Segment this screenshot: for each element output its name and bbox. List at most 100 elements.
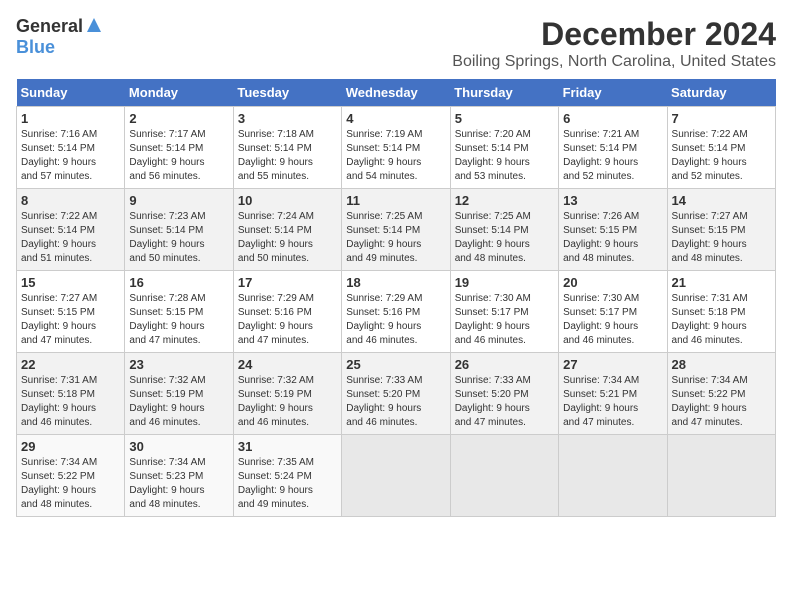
day-number: 3 <box>238 111 337 126</box>
day-number: 13 <box>563 193 662 208</box>
day-number: 14 <box>672 193 771 208</box>
day-info: Sunrise: 7:34 AM Sunset: 5:21 PM Dayligh… <box>563 374 662 430</box>
header: General Blue December 2024 Boiling Sprin… <box>16 16 776 71</box>
day-info: Sunrise: 7:28 AM Sunset: 5:15 PM Dayligh… <box>129 292 228 348</box>
logo: General Blue <box>16 16 103 58</box>
day-cell <box>667 435 775 517</box>
day-cell: 1 Sunrise: 7:16 AM Sunset: 5:14 PM Daylig… <box>17 107 125 189</box>
day-info: Sunrise: 7:33 AM Sunset: 5:20 PM Dayligh… <box>455 374 554 430</box>
weekday-header-row: SundayMondayTuesdayWednesdayThursdayFrid… <box>17 79 776 107</box>
day-number: 15 <box>21 275 120 290</box>
day-info: Sunrise: 7:34 AM Sunset: 5:22 PM Dayligh… <box>21 456 120 512</box>
day-info: Sunrise: 7:29 AM Sunset: 5:16 PM Dayligh… <box>346 292 445 348</box>
day-number: 16 <box>129 275 228 290</box>
day-info: Sunrise: 7:30 AM Sunset: 5:17 PM Dayligh… <box>563 292 662 348</box>
title-section: December 2024 Boiling Springs, North Car… <box>452 16 776 71</box>
logo-icon <box>85 16 103 34</box>
day-cell: 23Sunrise: 7:32 AM Sunset: 5:19 PM Dayli… <box>125 353 233 435</box>
week-row-1: 1 Sunrise: 7:16 AM Sunset: 5:14 PM Daylig… <box>17 107 776 189</box>
day-number: 19 <box>455 275 554 290</box>
day-number: 5 <box>455 111 554 126</box>
day-cell: 3 Sunrise: 7:18 AM Sunset: 5:14 PM Daylig… <box>233 107 341 189</box>
day-number: 25 <box>346 357 445 372</box>
day-number: 26 <box>455 357 554 372</box>
day-info: Sunrise: 7:31 AM Sunset: 5:18 PM Dayligh… <box>672 292 771 348</box>
day-info: Sunrise: 7:16 AM Sunset: 5:14 PM Dayligh… <box>21 128 120 184</box>
day-info: Sunrise: 7:19 AM Sunset: 5:14 PM Dayligh… <box>346 128 445 184</box>
day-number: 10 <box>238 193 337 208</box>
day-cell: 5Sunrise: 7:20 AM Sunset: 5:14 PM Daylig… <box>450 107 558 189</box>
weekday-header-monday: Monday <box>125 79 233 107</box>
day-cell <box>342 435 450 517</box>
day-number: 7 <box>672 111 771 126</box>
day-cell: 26 Sunrise: 7:33 AM Sunset: 5:20 PM Dayli… <box>450 353 558 435</box>
logo-blue-text: Blue <box>16 37 55 57</box>
weekday-header-tuesday: Tuesday <box>233 79 341 107</box>
calendar-table: SundayMondayTuesdayWednesdayThursdayFrid… <box>16 79 776 517</box>
day-number: 30 <box>129 439 228 454</box>
weekday-header-wednesday: Wednesday <box>342 79 450 107</box>
day-cell: 25Sunrise: 7:33 AM Sunset: 5:20 PM Dayli… <box>342 353 450 435</box>
day-number: 20 <box>563 275 662 290</box>
day-cell: 28Sunrise: 7:34 AM Sunset: 5:22 PM Dayli… <box>667 353 775 435</box>
day-cell: 14Sunrise: 7:27 AM Sunset: 5:15 PM Dayli… <box>667 189 775 271</box>
weekday-header-thursday: Thursday <box>450 79 558 107</box>
day-info: Sunrise: 7:30 AM Sunset: 5:17 PM Dayligh… <box>455 292 554 348</box>
logo-general-text: General <box>16 16 83 37</box>
day-info: Sunrise: 7:27 AM Sunset: 5:15 PM Dayligh… <box>21 292 120 348</box>
day-number: 29 <box>21 439 120 454</box>
day-number: 17 <box>238 275 337 290</box>
day-cell: 10 Sunrise: 7:24 AM Sunset: 5:14 PM Dayli… <box>233 189 341 271</box>
day-cell: 20 Sunrise: 7:30 AM Sunset: 5:17 PM Dayli… <box>559 271 667 353</box>
day-number: 27 <box>563 357 662 372</box>
day-cell <box>450 435 558 517</box>
day-cell: 15 Sunrise: 7:27 AM Sunset: 5:15 PM Dayli… <box>17 271 125 353</box>
day-cell: 8Sunrise: 7:22 AM Sunset: 5:14 PM Daylig… <box>17 189 125 271</box>
day-cell: 21Sunrise: 7:31 AM Sunset: 5:18 PM Dayli… <box>667 271 775 353</box>
day-number: 22 <box>21 357 120 372</box>
weekday-header-sunday: Sunday <box>17 79 125 107</box>
day-number: 1 <box>21 111 120 126</box>
day-info: Sunrise: 7:22 AM Sunset: 5:14 PM Dayligh… <box>21 210 120 266</box>
day-cell: 6 Sunrise: 7:21 AM Sunset: 5:14 PM Daylig… <box>559 107 667 189</box>
day-cell: 27 Sunrise: 7:34 AM Sunset: 5:21 PM Dayli… <box>559 353 667 435</box>
day-cell: 11Sunrise: 7:25 AM Sunset: 5:14 PM Dayli… <box>342 189 450 271</box>
day-info: Sunrise: 7:31 AM Sunset: 5:18 PM Dayligh… <box>21 374 120 430</box>
day-cell: 19 Sunrise: 7:30 AM Sunset: 5:17 PM Dayli… <box>450 271 558 353</box>
day-number: 24 <box>238 357 337 372</box>
day-cell: 4 Sunrise: 7:19 AM Sunset: 5:14 PM Daylig… <box>342 107 450 189</box>
day-info: Sunrise: 7:25 AM Sunset: 5:14 PM Dayligh… <box>346 210 445 266</box>
day-cell: 16 Sunrise: 7:28 AM Sunset: 5:15 PM Dayli… <box>125 271 233 353</box>
day-number: 12 <box>455 193 554 208</box>
day-cell: 9Sunrise: 7:23 AM Sunset: 5:14 PM Daylig… <box>125 189 233 271</box>
day-number: 18 <box>346 275 445 290</box>
day-cell <box>559 435 667 517</box>
day-number: 2 <box>129 111 228 126</box>
day-cell: 18 Sunrise: 7:29 AM Sunset: 5:16 PM Dayli… <box>342 271 450 353</box>
day-info: Sunrise: 7:21 AM Sunset: 5:14 PM Dayligh… <box>563 128 662 184</box>
day-number: 6 <box>563 111 662 126</box>
day-info: Sunrise: 7:24 AM Sunset: 5:14 PM Dayligh… <box>238 210 337 266</box>
month-title: December 2024 <box>452 16 776 53</box>
day-info: Sunrise: 7:25 AM Sunset: 5:14 PM Dayligh… <box>455 210 554 266</box>
day-number: 28 <box>672 357 771 372</box>
location-title: Boiling Springs, North Carolina, United … <box>452 53 776 71</box>
day-number: 4 <box>346 111 445 126</box>
day-cell: 13 Sunrise: 7:26 AM Sunset: 5:15 PM Dayli… <box>559 189 667 271</box>
day-info: Sunrise: 7:18 AM Sunset: 5:14 PM Dayligh… <box>238 128 337 184</box>
day-info: Sunrise: 7:32 AM Sunset: 5:19 PM Dayligh… <box>129 374 228 430</box>
day-info: Sunrise: 7:35 AM Sunset: 5:24 PM Dayligh… <box>238 456 337 512</box>
week-row-4: 22 Sunrise: 7:31 AM Sunset: 5:18 PM Dayli… <box>17 353 776 435</box>
day-info: Sunrise: 7:17 AM Sunset: 5:14 PM Dayligh… <box>129 128 228 184</box>
week-row-3: 15 Sunrise: 7:27 AM Sunset: 5:15 PM Dayli… <box>17 271 776 353</box>
day-info: Sunrise: 7:26 AM Sunset: 5:15 PM Dayligh… <box>563 210 662 266</box>
day-info: Sunrise: 7:23 AM Sunset: 5:14 PM Dayligh… <box>129 210 228 266</box>
day-cell: 7 Sunrise: 7:22 AM Sunset: 5:14 PM Daylig… <box>667 107 775 189</box>
day-cell: 22 Sunrise: 7:31 AM Sunset: 5:18 PM Dayli… <box>17 353 125 435</box>
day-info: Sunrise: 7:22 AM Sunset: 5:14 PM Dayligh… <box>672 128 771 184</box>
day-cell: 30 Sunrise: 7:34 AM Sunset: 5:23 PM Dayli… <box>125 435 233 517</box>
week-row-5: 29 Sunrise: 7:34 AM Sunset: 5:22 PM Dayli… <box>17 435 776 517</box>
day-number: 31 <box>238 439 337 454</box>
day-info: Sunrise: 7:34 AM Sunset: 5:23 PM Dayligh… <box>129 456 228 512</box>
day-info: Sunrise: 7:32 AM Sunset: 5:19 PM Dayligh… <box>238 374 337 430</box>
